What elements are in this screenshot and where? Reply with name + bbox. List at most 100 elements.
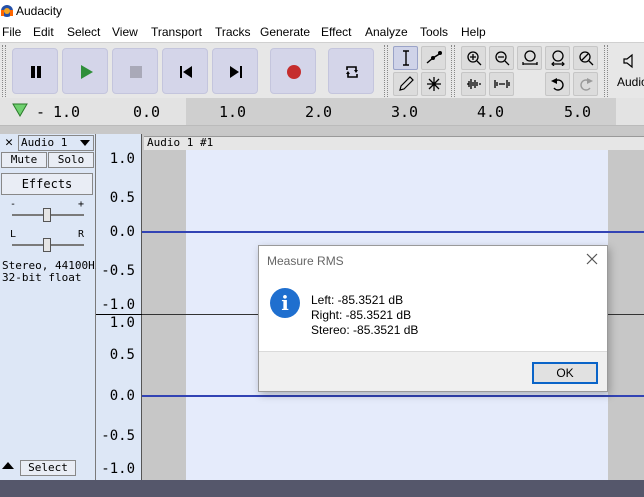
amplitude-tick: -0.5 <box>101 428 135 444</box>
timeline-ruler[interactable]: - 1.0 0.0 1.0 2.0 3.0 4.0 5.0 <box>0 98 644 126</box>
skip-to-end-button[interactable] <box>212 48 258 94</box>
zoom-toggle-icon <box>579 51 594 66</box>
rms-right-value: Right: -85.3521 dB <box>311 308 412 322</box>
effects-button[interactable]: Effects <box>1 173 93 195</box>
ruler-minus: - <box>36 103 46 121</box>
multi-tool-icon <box>427 77 441 91</box>
pause-button[interactable] <box>12 48 58 94</box>
amplitude-tick: -1.0 <box>101 461 135 477</box>
ruler-tick: 0.0 <box>133 103 161 121</box>
track-name-menu[interactable]: Audio 1 <box>18 135 94 151</box>
zoom-in-icon <box>467 51 482 66</box>
rms-stereo-value: Stereo: -85.3521 dB <box>311 323 419 337</box>
silence-button[interactable] <box>489 72 514 96</box>
toolbar-grip[interactable] <box>2 45 6 97</box>
rms-left-value: Left: -85.3521 dB <box>311 293 404 307</box>
dialog-footer: OK <box>259 351 607 391</box>
toolbar-grip[interactable] <box>384 45 388 97</box>
clip-title-bar[interactable]: Audio 1 #1 <box>144 136 644 150</box>
amplitude-tick: 1.0 <box>109 151 135 167</box>
stop-icon <box>130 66 142 78</box>
amplitude-tick: -1.0 <box>101 297 135 313</box>
right-channel-waveform <box>142 395 644 397</box>
play-button[interactable] <box>62 48 108 94</box>
menu-analyze[interactable]: Analyze <box>365 25 408 39</box>
play-head-icon[interactable] <box>12 102 28 118</box>
zoom-in-button[interactable] <box>461 46 486 70</box>
track-control-panel: ✕ Audio 1 Mute Solo Effects - + L R Ster… <box>0 134 101 480</box>
audio-setup-button[interactable]: Audio <box>617 75 644 89</box>
zoom-out-icon <box>495 51 510 66</box>
pan-right-label: R <box>78 229 85 240</box>
zoom-toggle-button[interactable] <box>573 46 598 70</box>
amplitude-tick: 0.5 <box>109 347 135 363</box>
vertical-ruler[interactable]: 1.0 0.5 0.0 -0.5 -1.0 1.0 0.5 0.0 -0.5 -… <box>96 134 142 480</box>
chevron-down-icon <box>80 140 90 146</box>
envelope-tool-icon <box>426 51 442 64</box>
close-icon[interactable] <box>585 252 599 266</box>
fit-project-icon <box>551 50 565 66</box>
skip-to-start-button[interactable] <box>162 48 208 94</box>
silence-icon <box>494 80 510 88</box>
menu-effect[interactable]: Effect <box>321 25 351 39</box>
ok-button[interactable]: OK <box>532 362 598 384</box>
toolbar-grip[interactable] <box>604 45 608 97</box>
menu-view[interactable]: View <box>112 25 138 39</box>
clip-name: Audio 1 #1 <box>147 136 214 149</box>
redo-button[interactable] <box>573 72 598 96</box>
stop-button[interactable] <box>112 48 158 94</box>
undo-button[interactable] <box>545 72 570 96</box>
mute-button[interactable]: Mute <box>1 152 47 168</box>
draw-tool-button[interactable] <box>393 72 418 96</box>
menu-tracks[interactable]: Tracks <box>215 25 251 39</box>
menu-select[interactable]: Select <box>67 25 100 39</box>
solo-button[interactable]: Solo <box>48 152 94 168</box>
ruler-tick: 1.0 <box>219 103 247 121</box>
ruler-tick: 3.0 <box>391 103 419 121</box>
envelope-tool-button[interactable] <box>421 46 446 70</box>
play-icon <box>81 65 93 79</box>
selection-tool-icon <box>403 50 409 66</box>
toolbar-grip[interactable] <box>451 45 455 97</box>
draw-tool-icon <box>399 76 414 91</box>
gain-slider-thumb[interactable] <box>43 208 51 222</box>
track-bit-depth-info: 32-bit float <box>2 271 82 284</box>
ruler-tick: 4.0 <box>477 103 505 121</box>
menu-file[interactable]: File <box>2 25 21 39</box>
trim-button[interactable] <box>461 72 486 96</box>
track-area-top-gap <box>0 126 644 134</box>
skip-to-start-icon <box>180 66 192 78</box>
fit-selection-button[interactable] <box>517 46 542 70</box>
measure-rms-dialog: Measure RMS i Left: -85.3521 dB Right: -… <box>258 245 608 392</box>
menu-transport[interactable]: Transport <box>151 25 202 39</box>
pan-slider-thumb[interactable] <box>43 238 51 252</box>
gain-minus-label: - <box>10 199 17 210</box>
select-track-button[interactable]: Select <box>20 460 76 476</box>
selection-tool-button[interactable] <box>393 46 418 70</box>
undo-icon <box>551 78 564 91</box>
fit-selection-icon <box>522 50 538 65</box>
menu-tools[interactable]: Tools <box>420 25 448 39</box>
multi-tool-button[interactable] <box>421 72 446 96</box>
audacity-logo-icon <box>1 5 13 17</box>
menu-generate[interactable]: Generate <box>260 25 310 39</box>
pause-icon <box>31 66 41 78</box>
redo-icon <box>580 78 593 91</box>
info-icon: i <box>270 288 300 318</box>
trim-icon <box>467 79 481 89</box>
amplitude-tick: 1.0 <box>109 315 135 331</box>
left-channel-waveform <box>142 231 644 233</box>
fit-project-button[interactable] <box>545 46 570 70</box>
menu-help[interactable]: Help <box>461 25 486 39</box>
record-button[interactable] <box>270 48 316 94</box>
collapse-track-icon[interactable] <box>2 462 14 469</box>
window-title: Audacity <box>16 4 63 18</box>
menu-edit[interactable]: Edit <box>33 25 54 39</box>
ruler-tick: 2.0 <box>305 103 333 121</box>
close-track-icon[interactable]: ✕ <box>2 136 16 150</box>
record-icon <box>287 65 301 79</box>
zoom-out-button[interactable] <box>489 46 514 70</box>
loop-button[interactable] <box>328 48 374 94</box>
bottom-background <box>0 480 644 497</box>
skip-to-end-icon <box>230 66 242 78</box>
